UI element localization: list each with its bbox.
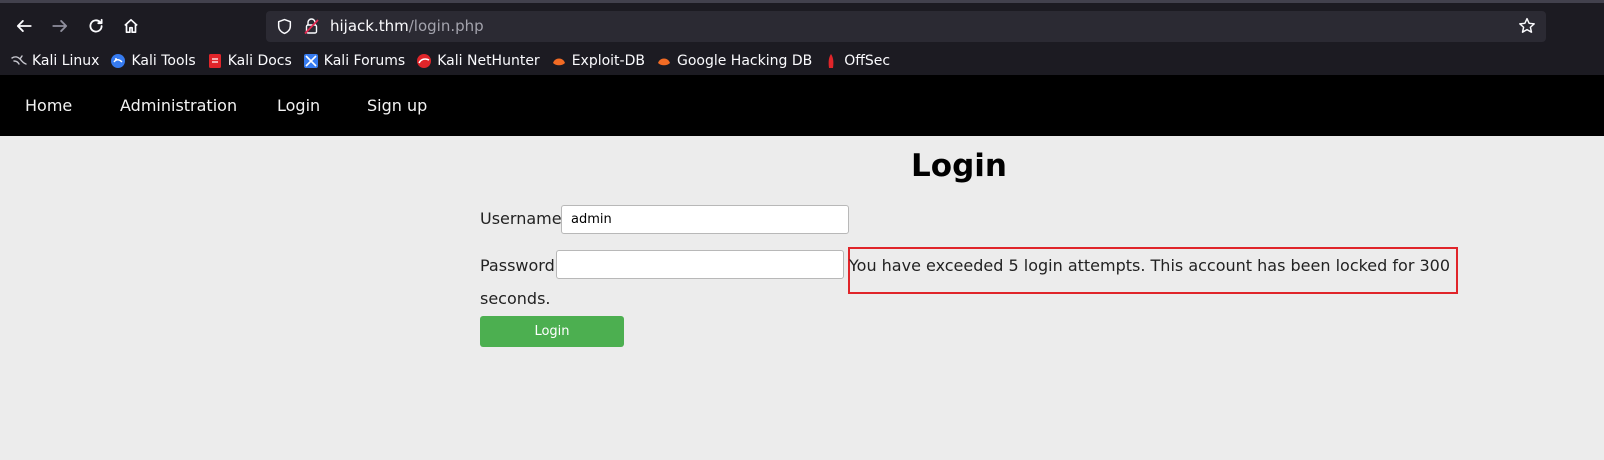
bookmark-kali-nethunter[interactable]: Kali NetHunter [416, 52, 540, 69]
bookmark-label: Kali NetHunter [437, 52, 540, 69]
exploit-db-icon [552, 58, 565, 65]
bookmark-google-hacking-db[interactable]: Google Hacking DB [656, 53, 812, 69]
kali-dragon-icon [11, 54, 27, 65]
bookmark-label: Kali Forums [323, 52, 406, 69]
bookmark-label: Exploit-DB [571, 52, 645, 69]
password-label: Password [480, 256, 555, 275]
back-arrow-icon [16, 20, 32, 32]
username-input[interactable]: admin [561, 205, 849, 234]
url-path: /login.php [408, 17, 484, 35]
offsec-icon [828, 53, 834, 68]
bookmark-label: Kali Tools [131, 52, 196, 69]
bookmark-label: Kali Docs [227, 52, 292, 69]
tracking-protection-shield-icon[interactable] [276, 18, 293, 35]
bookmark-kali-docs[interactable]: Kali Docs [207, 53, 292, 69]
forward-button[interactable] [46, 12, 74, 40]
bookmark-offsec[interactable]: OffSec [823, 53, 890, 69]
kali-forums-icon [303, 53, 318, 68]
password-input[interactable] [556, 250, 844, 279]
kali-tools-icon [111, 53, 126, 68]
page-title: Login [911, 148, 1007, 184]
bookmark-label: Kali Linux [32, 52, 100, 69]
bookmark-kali-linux[interactable]: Kali Linux [11, 53, 99, 69]
bookmark-kali-tools[interactable]: Kali Tools [110, 52, 196, 69]
bookmark-label: OffSec [844, 52, 891, 69]
nav-link-login[interactable]: Login [277, 96, 320, 115]
lockout-error-message: You have exceeded 5 login attempts. This… [849, 256, 1451, 275]
bookmark-label: Google Hacking DB [676, 52, 813, 69]
insecure-lock-icon[interactable] [303, 17, 320, 35]
login-button[interactable]: Login [480, 316, 624, 347]
url-text[interactable]: hijack.thm/login.php [330, 17, 484, 35]
nav-link-home[interactable]: Home [25, 96, 72, 115]
forward-arrow-icon [52, 20, 68, 32]
address-bar[interactable]: hijack.thm/login.php [266, 11, 1546, 42]
bookmark-kali-forums[interactable]: Kali Forums [303, 53, 405, 69]
lockout-error-message-continued: seconds. [480, 289, 551, 308]
bookmarks-bar: Kali Linux Kali Tools Kali Docs Kali For… [0, 46, 1604, 75]
kali-docs-icon [208, 53, 221, 68]
username-label: Username [480, 209, 562, 228]
home-icon [124, 18, 138, 34]
site-navbar: Home Administration Login Sign up [0, 75, 1604, 136]
bookmark-exploit-db[interactable]: Exploit-DB [551, 53, 645, 69]
bookmark-star-icon[interactable] [1518, 17, 1536, 35]
nav-link-sign-up[interactable]: Sign up [367, 96, 427, 115]
browser-toolbar: hijack.thm/login.php [0, 0, 1604, 46]
reload-button[interactable] [82, 12, 110, 40]
ghdb-icon [657, 58, 670, 65]
nethunter-icon [417, 53, 432, 68]
home-button[interactable] [117, 12, 145, 40]
url-host: hijack.thm [330, 17, 409, 35]
reload-icon [89, 18, 103, 33]
nav-link-administration[interactable]: Administration [120, 96, 237, 115]
back-button[interactable] [10, 12, 38, 40]
